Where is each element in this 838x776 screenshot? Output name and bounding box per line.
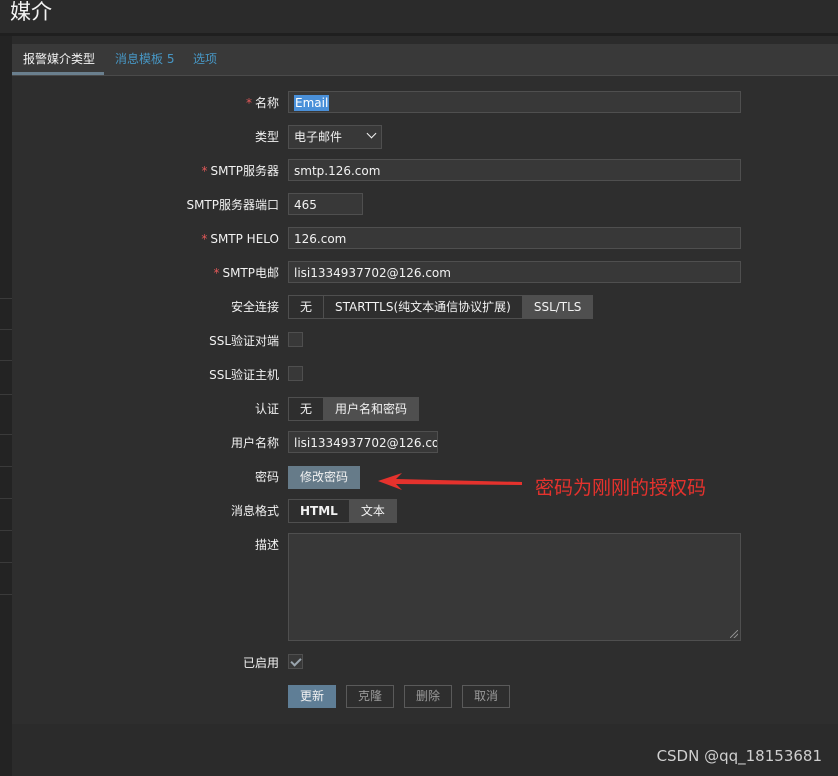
tab-bar: 报警媒介类型 消息模板 5 选项	[12, 44, 838, 76]
security-option-starttls[interactable]: STARTTLS(纯文本通信协议扩展)	[324, 296, 523, 318]
security-segmented-control: 无 STARTTLS(纯文本通信协议扩展) SSL/TLS	[288, 295, 594, 319]
message-format-segmented-control: HTML 文本	[288, 499, 397, 523]
annotation-text: 密码为刚刚的授权码	[535, 477, 707, 499]
auth-segmented-control: 无 用户名和密码	[288, 397, 420, 421]
smtp-server-input[interactable]: smtp.126.com	[288, 159, 741, 181]
smtp-email-input[interactable]: lisi1334937702@126.com	[288, 261, 741, 283]
header-divider	[0, 33, 838, 36]
cancel-button[interactable]: 取消	[462, 685, 510, 708]
password-label: 密码	[254, 470, 279, 484]
delete-button[interactable]: 删除	[404, 685, 452, 708]
tab-message-templates[interactable]: 消息模板 5	[115, 52, 174, 66]
enabled-label: 已启用	[242, 656, 279, 670]
auth-label: 认证	[254, 402, 279, 416]
watermark: CSDN @qq_18153681	[656, 747, 822, 765]
description-label: 描述	[254, 538, 279, 552]
format-option-text[interactable]: 文本	[349, 500, 396, 522]
smtp-helo-label: * SMTP HELO	[201, 232, 279, 246]
left-sidebar-edge	[0, 36, 12, 776]
security-option-none[interactable]: 无	[289, 296, 325, 318]
ssl-verify-peer-checkbox[interactable]	[288, 332, 303, 347]
active-tab-indicator	[12, 72, 104, 75]
message-format-label: 消息格式	[230, 504, 279, 518]
type-label: 类型	[254, 130, 279, 144]
update-button[interactable]: 更新	[288, 685, 336, 708]
description-textarea[interactable]	[288, 533, 741, 641]
name-input[interactable]: Email	[288, 91, 741, 113]
tab-media-type[interactable]: 报警媒介类型	[23, 52, 95, 66]
username-input[interactable]: lisi1334937702@126.com	[288, 431, 438, 453]
smtp-helo-input[interactable]: 126.com	[288, 227, 741, 249]
clone-button[interactable]: 克隆	[346, 685, 394, 708]
smtp-port-label: SMTP服务器端口	[186, 198, 279, 212]
format-option-html[interactable]: HTML	[289, 500, 350, 522]
smtp-port-input[interactable]: 465	[288, 193, 363, 215]
chevron-down-icon	[366, 128, 377, 139]
security-label: 安全连接	[230, 300, 279, 314]
tab-options[interactable]: 选项	[193, 52, 217, 66]
change-password-button[interactable]: 修改密码	[288, 466, 360, 489]
enabled-checkbox[interactable]	[288, 654, 303, 669]
smtp-email-label: * SMTP电邮	[213, 266, 279, 280]
smtp-server-label: * SMTP服务器	[201, 164, 279, 178]
auth-option-username-password[interactable]: 用户名和密码	[324, 398, 419, 420]
annotation-arrow-icon	[378, 473, 522, 490]
username-label: 用户名称	[230, 436, 279, 450]
ssl-verify-host-checkbox[interactable]	[288, 366, 303, 381]
page-title: 媒介	[10, 0, 52, 24]
ssl-verify-peer-label: SSL验证对端	[209, 334, 279, 348]
name-label: * 名称	[245, 96, 279, 110]
ssl-verify-host-label: SSL验证主机	[209, 368, 279, 382]
resize-grip-icon[interactable]	[730, 630, 738, 638]
auth-option-none[interactable]: 无	[289, 398, 325, 420]
type-select[interactable]: 电子邮件	[288, 125, 382, 149]
security-option-ssl-tls[interactable]: SSL/TLS	[522, 296, 593, 318]
